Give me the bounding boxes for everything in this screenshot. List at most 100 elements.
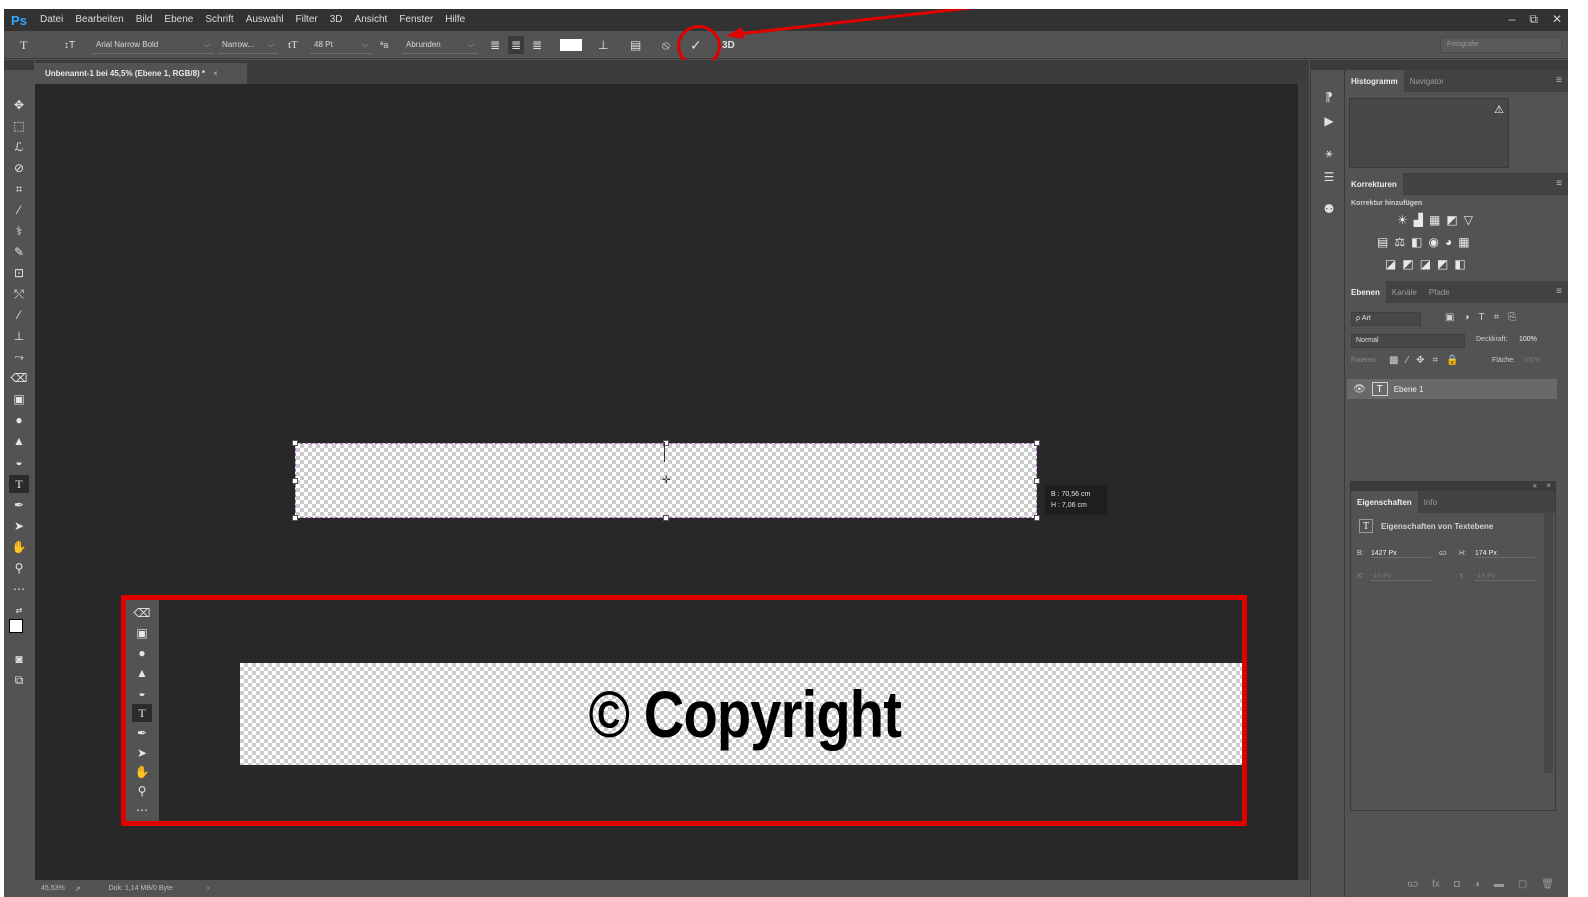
transform-handle[interactable] xyxy=(292,478,298,484)
crop-tool-icon[interactable]: ⌗ xyxy=(9,180,29,198)
document-canvas[interactable]: ✛ B : 70,56 cm H : 7,06 cm ⌫ ▣ ● ▲ ◒ T ✒… xyxy=(35,84,1298,880)
sharpen-tool-icon[interactable]: ▲ xyxy=(9,432,29,450)
adjust-sliders-icon[interactable]: ☰ xyxy=(1320,168,1338,186)
layer-filter-input[interactable]: ρ Art xyxy=(1351,312,1421,326)
layer-row[interactable]: 👁 T Ebene 1 xyxy=(1347,379,1557,399)
y-value[interactable]: -13 Px xyxy=(1475,573,1535,581)
actions-play-icon[interactable]: ▶ xyxy=(1320,112,1338,130)
menu-auswahl[interactable]: Auswahl xyxy=(240,9,290,31)
swap-colors-icon[interactable]: ⇄ xyxy=(9,601,29,619)
quick-mask-icon[interactable]: ◙ xyxy=(9,650,29,668)
lock-paint-icon[interactable]: ⁄ xyxy=(1406,355,1408,366)
history-brush-icon[interactable]: ⤲ xyxy=(9,285,29,303)
more-tools-icon[interactable]: ⋯ xyxy=(9,580,29,598)
character-panel-button[interactable]: ▤ xyxy=(630,36,641,54)
tab-layers[interactable]: Ebenen xyxy=(1345,281,1386,303)
menu-schrift[interactable]: Schrift xyxy=(199,9,239,31)
tab-adjustments[interactable]: Korrekturen xyxy=(1345,173,1403,195)
add-mask-icon[interactable]: ◘ xyxy=(1454,879,1460,890)
export-icon[interactable]: ⇗ xyxy=(75,885,81,893)
zoom-tool-icon[interactable]: ⚲ xyxy=(9,559,29,577)
menu-bild[interactable]: Bild xyxy=(130,9,159,31)
align-right-button[interactable]: ≣ xyxy=(532,36,542,54)
font-family-select[interactable]: Arial Narrow Bold ⌵ xyxy=(92,36,214,54)
tab-properties[interactable]: Eigenschaften xyxy=(1351,491,1418,513)
invert-icon[interactable]: ◪ xyxy=(1385,257,1396,271)
paint-brush-icon[interactable]: ⁄ xyxy=(9,306,29,324)
menu-hilfe[interactable]: Hilfe xyxy=(439,9,471,31)
threshold-icon[interactable]: ◪ xyxy=(1420,257,1431,271)
lock-artboard-icon[interactable]: ⌗ xyxy=(1433,355,1439,366)
brush-tool-icon[interactable]: ✎ xyxy=(9,243,29,261)
close-tab-icon[interactable]: × xyxy=(213,69,218,78)
filter-pixel-icon[interactable]: ▣ xyxy=(1445,312,1454,323)
color-lookup-icon[interactable]: ▦ xyxy=(1458,235,1469,249)
tab-paths[interactable]: Pfade xyxy=(1423,281,1456,303)
menu-datei[interactable]: Datei xyxy=(34,9,69,31)
gradient-map-icon[interactable]: ◩ xyxy=(1437,257,1448,271)
font-size-select[interactable]: 48 Pt ⌵ xyxy=(310,36,372,54)
lock-transparent-icon[interactable]: ▩ xyxy=(1389,355,1398,366)
warp-text-button[interactable]: ⊥ xyxy=(598,36,608,54)
tab-channels[interactable]: Kanäle xyxy=(1386,281,1423,303)
screen-mode-icon[interactable]: ⧉ xyxy=(9,671,29,689)
warning-icon[interactable]: ⚠ xyxy=(1494,103,1504,116)
photo-filter-icon[interactable]: ◉ xyxy=(1428,235,1438,249)
blend-mode-select[interactable]: Normal xyxy=(1351,334,1465,348)
document-tab[interactable]: Unbenannt-1 bei 45,5% (Ebene 1, RGB/8) *… xyxy=(35,63,247,84)
align-center-button[interactable]: ≣ xyxy=(508,36,525,54)
quick-select-tool-icon[interactable]: ⊘ xyxy=(9,159,29,177)
menu-ebene[interactable]: Ebene xyxy=(158,9,199,31)
link-layers-icon[interactable]: ɢɔ xyxy=(1407,879,1418,890)
vibrance-icon[interactable]: ▽ xyxy=(1464,213,1473,227)
close-window-button[interactable]: ✕ xyxy=(1552,9,1562,29)
height-value[interactable]: 174 Px xyxy=(1475,550,1535,558)
fx-icon[interactable]: fx xyxy=(1432,879,1440,890)
filter-type-icon[interactable]: T xyxy=(1479,312,1485,323)
type-tool-icon[interactable]: T xyxy=(9,475,29,493)
panel-menu-icon[interactable]: ≡ xyxy=(1556,178,1562,189)
selective-color-icon[interactable]: ◧ xyxy=(1454,257,1465,271)
dodge-tool-icon[interactable]: ◒ xyxy=(9,453,29,471)
gradient-tool-icon[interactable]: ▣ xyxy=(9,390,29,408)
dock-header[interactable] xyxy=(1311,60,1344,70)
tab-navigator[interactable]: Navigator xyxy=(1404,70,1450,92)
brush-settings-icon[interactable]: ⚹ xyxy=(1320,144,1338,162)
text-bounding-box[interactable]: ✛ xyxy=(292,440,1040,521)
filter-smart-icon[interactable]: ⎘ xyxy=(1508,312,1516,323)
lock-position-icon[interactable]: ✥ xyxy=(1416,355,1424,366)
minimize-button[interactable]: – xyxy=(1509,9,1516,29)
tool-preset-picker[interactable]: T xyxy=(20,36,27,54)
lasso-tool-icon[interactable]: ℒ xyxy=(9,138,29,156)
layer-name[interactable]: Ebene 1 xyxy=(1394,385,1424,394)
tab-info[interactable]: Info xyxy=(1418,491,1443,513)
width-value[interactable]: 1427 Px xyxy=(1371,550,1431,558)
transform-handle[interactable] xyxy=(292,440,298,446)
transform-handle[interactable] xyxy=(1034,440,1040,446)
adjustment-layer-icon[interactable]: ◑ xyxy=(1474,879,1480,890)
right-dock-header[interactable] xyxy=(1345,60,1568,70)
menu-fenster[interactable]: Fenster xyxy=(393,9,439,31)
workspace-select[interactable]: Fotografie xyxy=(1440,37,1562,53)
clone-stamp-icon[interactable]: ⊥ xyxy=(9,327,29,345)
new-group-icon[interactable]: ▬ xyxy=(1494,879,1504,890)
vertical-scrollbar[interactable] xyxy=(1298,84,1309,880)
link-icon[interactable]: ɢɔ xyxy=(1439,550,1446,557)
menu-bearbeiten[interactable]: Bearbeiten xyxy=(69,9,129,31)
filter-adjust-icon[interactable]: ◑ xyxy=(1463,312,1469,323)
stamp-tool-icon[interactable]: ⊡ xyxy=(9,264,29,282)
restore-button[interactable]: ⧉ xyxy=(1529,9,1538,29)
transform-handle[interactable] xyxy=(663,515,669,521)
status-menu-arrow[interactable]: › xyxy=(207,885,209,892)
opacity-value[interactable]: 100% xyxy=(1519,336,1537,343)
marquee-tool-icon[interactable]: ⬚ xyxy=(9,117,29,135)
align-left-button[interactable]: ≣ xyxy=(490,36,500,54)
filter-shape-icon[interactable]: ⌗ xyxy=(1494,312,1500,323)
panel-menu-icon[interactable]: ≡ xyxy=(1556,75,1562,86)
antialias-select[interactable]: Abrunden ⌵ xyxy=(402,36,478,54)
lock-all-icon[interactable]: 🔒 xyxy=(1446,355,1458,366)
cancel-edit-button[interactable]: ⦸ xyxy=(662,36,670,54)
healing-brush-icon[interactable]: ⚕ xyxy=(9,222,29,240)
curves-icon[interactable]: ▦ xyxy=(1429,213,1440,227)
hue-sat-icon[interactable]: ▤ xyxy=(1377,235,1388,249)
